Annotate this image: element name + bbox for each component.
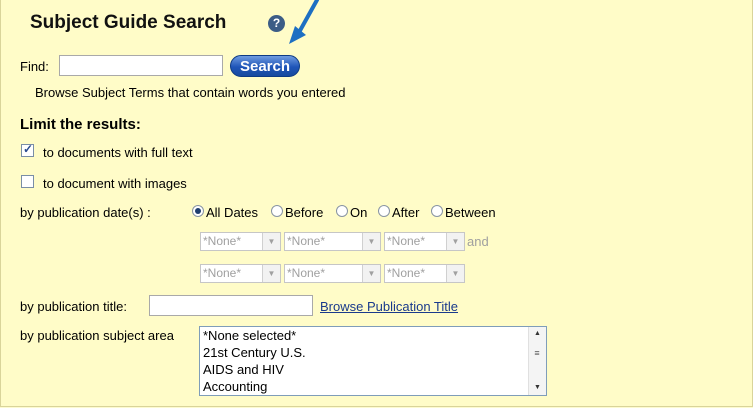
find-input[interactable] <box>59 55 223 76</box>
annotation-arrow-icon <box>289 0 319 44</box>
images-label: to document with images <box>43 176 187 191</box>
question-circle-icon[interactable]: ? <box>268 15 285 32</box>
find-label: Find: <box>20 59 49 74</box>
radio-after[interactable] <box>378 205 390 217</box>
search-button[interactable]: Search <box>230 55 300 77</box>
and-label: and <box>467 234 489 249</box>
chevron-down-icon: ▼ <box>362 233 380 250</box>
chevron-down-icon: ▼ <box>446 265 464 282</box>
date2-year-value: *None* <box>387 266 426 280</box>
radio-all-dates[interactable] <box>192 205 204 217</box>
date2-day-select[interactable]: *None* ▼ <box>284 264 381 283</box>
radio-on-label: On <box>350 205 368 220</box>
pub-date-label: by publication date(s) : <box>20 205 151 220</box>
images-checkbox[interactable] <box>21 175 34 188</box>
date1-day-select[interactable]: *None* ▼ <box>284 232 381 251</box>
radio-all-dates-label: All Dates <box>206 205 259 220</box>
date2-day-value: *None* <box>287 266 326 280</box>
radio-between-label: Between <box>445 205 496 220</box>
radio-before-label: Before <box>285 205 324 220</box>
scroll-down-icon[interactable]: ▼ <box>529 381 546 395</box>
date2-year-select[interactable]: *None* ▼ <box>384 264 465 283</box>
date1-day-value: *None* <box>287 234 326 248</box>
chevron-down-icon: ▼ <box>262 233 280 250</box>
date1-year-select[interactable]: *None* ▼ <box>384 232 465 251</box>
radio-after-label: After <box>392 205 420 220</box>
browse-subject-terms-text: Browse Subject Terms that contain words … <box>35 85 346 100</box>
date1-month-value: *None* <box>203 234 242 248</box>
pub-title-input[interactable] <box>149 295 313 316</box>
radio-before[interactable] <box>271 205 283 217</box>
list-item[interactable]: Accounting <box>203 379 267 394</box>
scroll-thumb-icon[interactable]: ≡ <box>531 347 543 359</box>
page-title: Subject Guide Search <box>30 12 227 33</box>
radio-between[interactable] <box>431 205 443 217</box>
list-item[interactable]: *None selected* <box>203 328 296 343</box>
browse-publication-title-link[interactable]: Browse Publication Title <box>320 299 458 314</box>
list-item[interactable]: 21st Century U.S. <box>203 345 306 360</box>
date2-month-value: *None* <box>203 266 242 280</box>
chevron-down-icon: ▼ <box>446 233 464 250</box>
pub-title-label: by publication title: <box>20 299 127 314</box>
pub-subject-listbox[interactable]: *None selected* 21st Century U.S. AIDS a… <box>199 326 547 396</box>
full-text-label: to documents with full text <box>43 145 193 160</box>
pub-subject-label: by publication subject area <box>20 328 174 343</box>
scroll-up-icon[interactable]: ▲ <box>529 327 546 341</box>
date2-month-select[interactable]: *None* ▼ <box>200 264 281 283</box>
chevron-down-icon: ▼ <box>362 265 380 282</box>
list-item[interactable]: AIDS and HIV <box>203 362 284 377</box>
date1-month-select[interactable]: *None* ▼ <box>200 232 281 251</box>
listbox-scrollbar[interactable]: ▲ ≡ ▼ <box>528 327 546 395</box>
limit-results-heading: Limit the results: <box>20 116 141 133</box>
chevron-down-icon: ▼ <box>262 265 280 282</box>
full-text-checkbox[interactable] <box>21 142 34 157</box>
radio-on[interactable] <box>336 205 348 217</box>
date1-year-value: *None* <box>387 234 426 248</box>
